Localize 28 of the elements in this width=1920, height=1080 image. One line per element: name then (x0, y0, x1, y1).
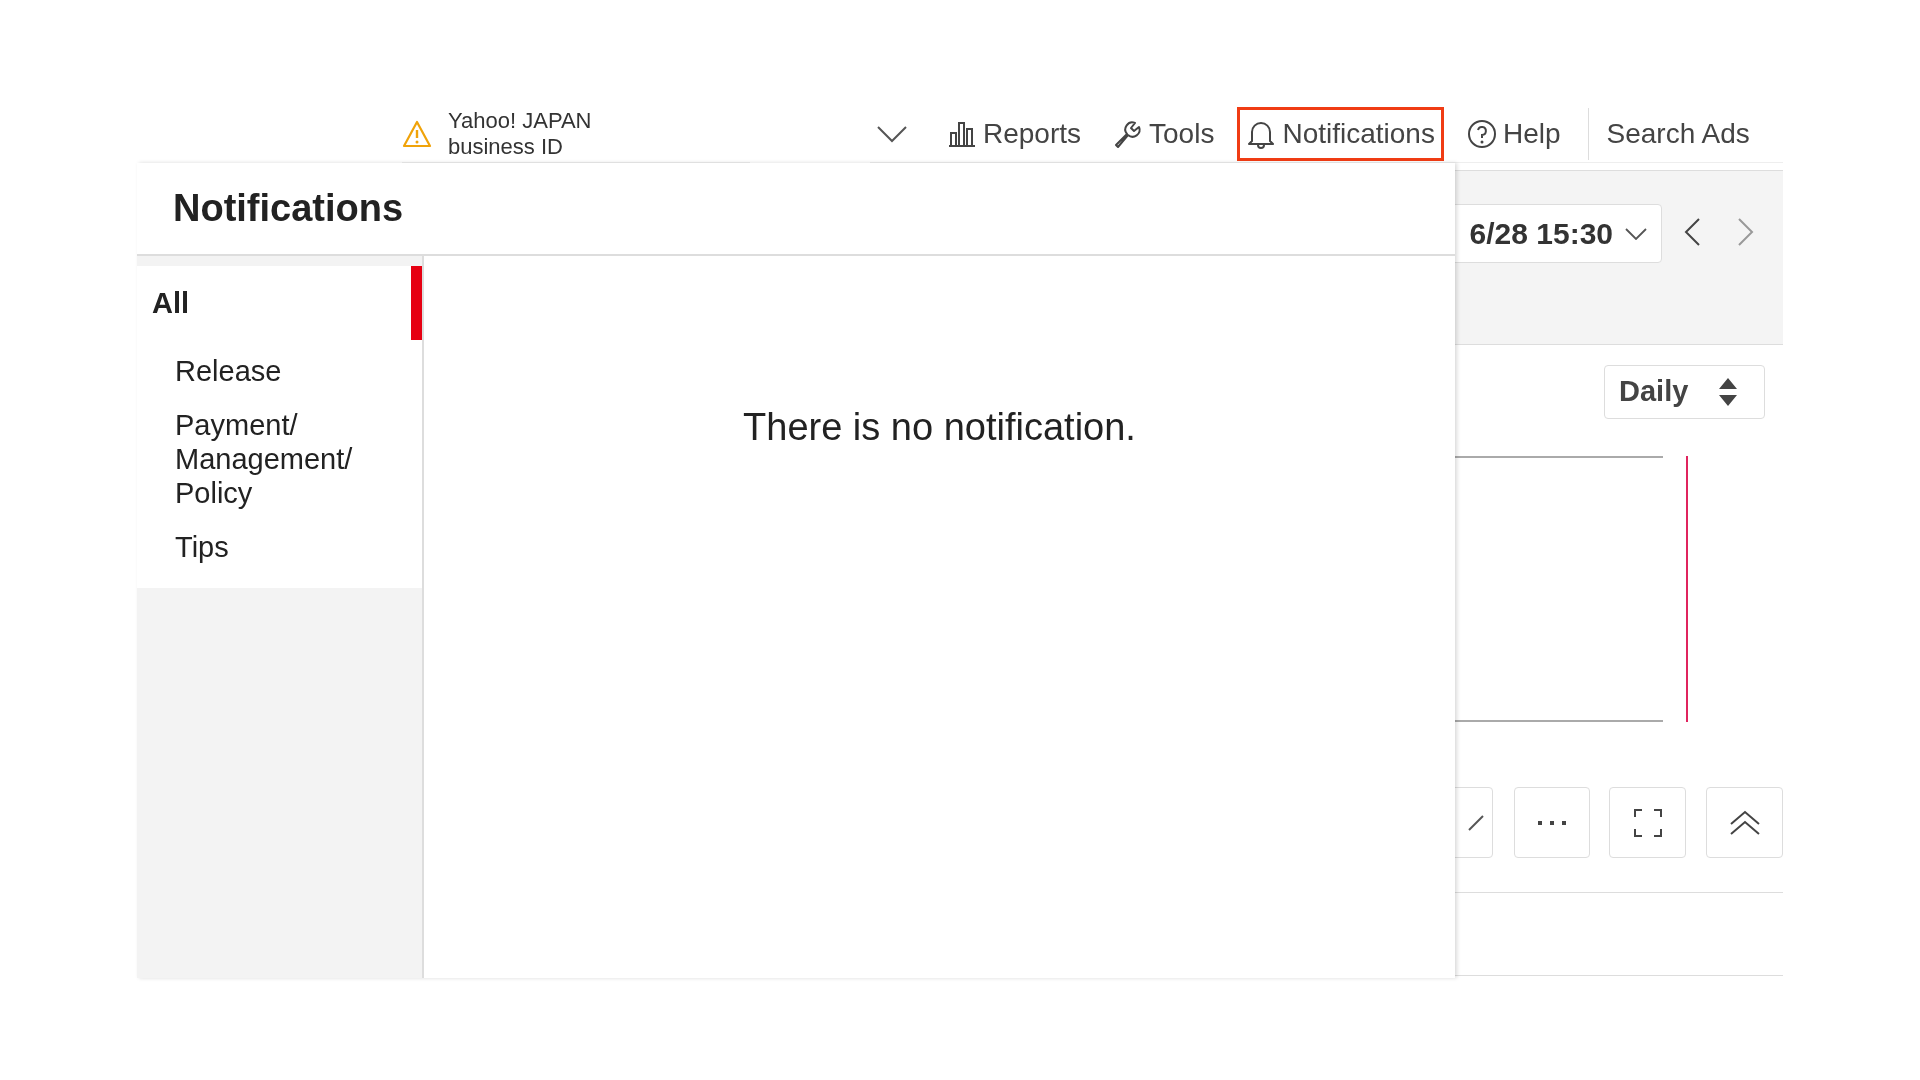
fullscreen-icon (1633, 808, 1662, 837)
granularity-select[interactable]: Daily (1604, 365, 1765, 419)
double-chevron-up-icon (1728, 809, 1761, 836)
chevron-down-icon[interactable] (876, 124, 908, 143)
category-item[interactable]: Tips (175, 530, 229, 564)
nav-link[interactable]: Reports (938, 106, 1091, 161)
chevron-down-icon (1625, 227, 1647, 240)
sort-arrows-icon (1718, 377, 1739, 407)
category-item[interactable]: Release (175, 354, 282, 388)
more-icon (1537, 819, 1567, 826)
nav-link[interactable]: Help (1457, 106, 1570, 161)
category-item[interactable]: All (152, 286, 190, 320)
search-ads-link[interactable]: Search Ads (1606, 112, 1750, 155)
nav-link[interactable]: Notifications (1237, 106, 1444, 161)
panel-title: Notifications (173, 186, 404, 231)
fullscreen-button[interactable] (1609, 787, 1686, 858)
help-icon (1466, 118, 1497, 149)
category-item[interactable]: Payment/ Management/ Policy (175, 408, 392, 510)
slash-icon (1468, 814, 1484, 831)
account-notice-text[interactable]: Yahoo! JAPAN (448, 107, 592, 134)
warning-icon (402, 119, 432, 148)
previous-icon[interactable] (1683, 217, 1701, 247)
account-notice-text[interactable]: business ID (448, 133, 592, 160)
wrench-icon (1113, 118, 1144, 149)
empty-message: There is no notification. (743, 405, 1136, 447)
collapse-button[interactable] (1706, 787, 1783, 858)
nav-link[interactable]: Tools (1104, 106, 1224, 161)
next-icon[interactable] (1737, 217, 1755, 247)
